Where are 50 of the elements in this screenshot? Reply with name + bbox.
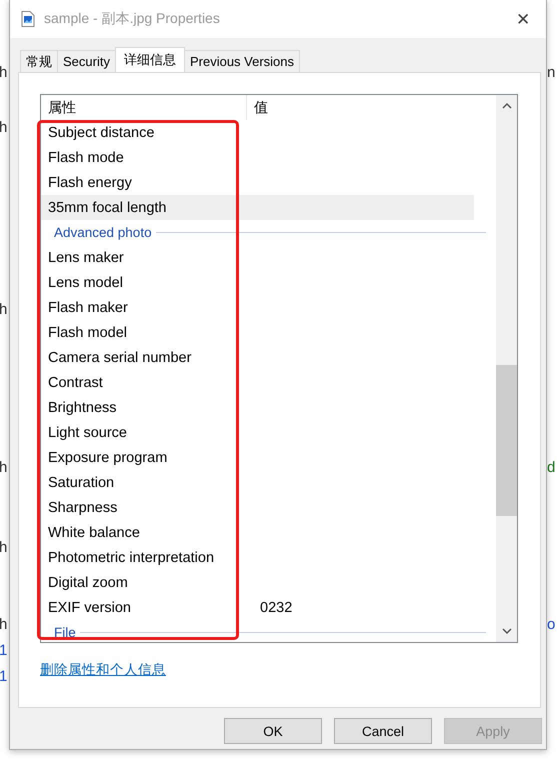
dialog-button[interactable]: OK	[224, 718, 322, 744]
group-heading: File	[54, 625, 76, 640]
hovered-row[interactable]: 35mm focal length	[41, 195, 474, 220]
property-name: Flash energy	[47, 174, 133, 190]
scroll-thumb[interactable]	[496, 365, 517, 516]
column-header[interactable]: 值	[247, 95, 496, 120]
background-text: d	[547, 459, 556, 476]
background-text: h	[0, 64, 8, 81]
property-name: Brightness	[47, 400, 118, 416]
background-text: h	[0, 539, 8, 556]
background-text: h	[0, 616, 8, 633]
property-name: Light source	[47, 424, 128, 440]
close-button[interactable]: ✕	[500, 0, 546, 38]
window-title: sample - 副本.jpg Properties	[44, 10, 221, 28]
property-name: Digital zoom	[47, 574, 129, 590]
image-file-icon	[21, 11, 35, 27]
property-name: White balance	[47, 524, 141, 540]
background-text: n	[547, 64, 556, 81]
background-text: h	[0, 301, 8, 318]
property-name: Camera serial number	[47, 350, 192, 366]
tab[interactable]: 常规	[20, 50, 58, 72]
background-text: h	[0, 459, 8, 476]
property-name: Lens maker	[47, 250, 125, 266]
property-name: Lens model	[47, 274, 124, 290]
tab[interactable]: 详细信息	[114, 47, 185, 72]
property-name: Flash mode	[47, 150, 125, 166]
tab[interactable]: Security	[57, 50, 116, 72]
dialog-button[interactable]: Cancel	[334, 718, 432, 744]
property-name: Subject distance	[47, 124, 156, 140]
property-name: EXIF version	[47, 600, 132, 616]
background-text: h	[0, 119, 8, 136]
column-header[interactable]: 属性	[41, 95, 247, 120]
property-name: Saturation	[47, 474, 116, 490]
scrollbar[interactable]	[496, 95, 517, 642]
scroll-up-icon[interactable]	[502, 103, 512, 109]
property-name: Contrast	[47, 374, 104, 390]
property-name: 35mm focal length	[47, 200, 168, 216]
background-text: 1	[0, 642, 8, 659]
property-name: Sharpness	[47, 500, 118, 516]
group-heading: Advanced photo	[54, 225, 152, 240]
tab[interactable]: Previous Versions	[184, 50, 300, 72]
background-text: o	[547, 616, 556, 633]
property-value: 0232	[259, 600, 294, 616]
property-name: Photometric interpretation	[47, 550, 216, 566]
property-name: Flash model	[47, 324, 128, 340]
property-name: Exposure program	[47, 450, 168, 466]
property-name: Flash maker	[47, 300, 129, 316]
remove-properties-link[interactable]: 删除属性和个人信息	[40, 661, 166, 679]
scroll-down-icon[interactable]	[502, 628, 512, 634]
background-text: 1	[0, 668, 8, 685]
